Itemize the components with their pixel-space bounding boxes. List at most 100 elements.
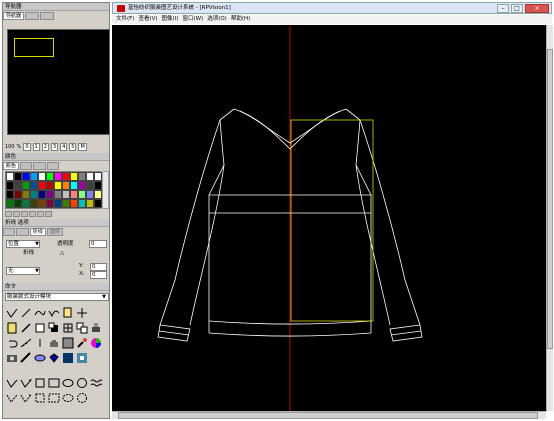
color-swatch[interactable] [62, 181, 70, 190]
menu-window[interactable]: 窗口(W) [182, 15, 203, 24]
y-coord-input[interactable]: 0 [90, 263, 107, 271]
color-swatch[interactable] [94, 190, 102, 199]
color-wheel-icon[interactable] [89, 335, 103, 350]
polyline-dashed-open-icon[interactable] [19, 390, 33, 405]
color-swatch[interactable] [6, 172, 14, 181]
edit-tool-icon[interactable] [61, 305, 75, 320]
fill-tool-icon[interactable] [47, 320, 61, 335]
color-swatch[interactable] [6, 181, 14, 190]
zoom-level-m[interactable]: M [78, 143, 87, 151]
color-swatch[interactable] [78, 199, 86, 208]
color-swatch[interactable] [94, 172, 102, 181]
color-swatch[interactable] [22, 190, 30, 199]
color-swatch[interactable] [30, 199, 38, 208]
chevron-down-icon[interactable]: ▼ [101, 294, 107, 300]
color-swatch[interactable] [62, 190, 70, 199]
color-swatch[interactable] [78, 190, 86, 199]
color-swatch[interactable] [14, 199, 22, 208]
color-swatch[interactable] [14, 181, 22, 190]
color-swatch[interactable] [46, 172, 54, 181]
copy-tool-icon[interactable] [75, 320, 89, 335]
zoom-level-0[interactable]: 0 [23, 143, 31, 151]
wave-shape-icon[interactable] [89, 375, 103, 390]
dashed-ellipse-icon[interactable] [61, 390, 75, 405]
module-select[interactable]: 服装款式设计模块 [5, 293, 109, 301]
chevron-down-icon[interactable]: ▼ [34, 241, 40, 247]
blank-shape-tool[interactable] [89, 390, 103, 405]
square-shape-icon[interactable] [33, 375, 47, 390]
dashed-rectangle-icon[interactable] [47, 390, 61, 405]
zoom-level-5[interactable]: 5 [69, 143, 77, 151]
color-swatch[interactable] [54, 190, 62, 199]
color-swatch[interactable] [30, 181, 38, 190]
palette-tool-2[interactable] [13, 211, 20, 217]
hand-tool-icon[interactable] [47, 335, 61, 350]
color-swatch[interactable] [86, 172, 94, 181]
restore-button[interactable]: □ [511, 4, 523, 13]
color-swatch[interactable] [70, 172, 78, 181]
color-swatch[interactable] [6, 199, 14, 208]
swatch-tool-icon[interactable] [75, 350, 89, 365]
color-swatch[interactable] [22, 172, 30, 181]
bezier-tool-icon[interactable] [47, 305, 61, 320]
polyline-open-shape-icon[interactable] [19, 375, 33, 390]
rectangle-shape-icon[interactable] [47, 375, 61, 390]
curve-tool-icon[interactable] [33, 305, 47, 320]
dashed-circle-icon[interactable] [75, 390, 89, 405]
navigator-preview[interactable] [7, 29, 110, 135]
pen-tool-icon[interactable] [19, 305, 33, 320]
grid-tool-icon[interactable] [61, 320, 75, 335]
drawing-canvas[interactable] [112, 25, 546, 411]
blank-tool-2[interactable] [89, 350, 103, 365]
pattern-tool-icon[interactable] [61, 335, 75, 350]
stamp-tool-icon[interactable] [89, 320, 103, 335]
page-tool-icon[interactable] [33, 320, 47, 335]
vertical-scrollbar[interactable] [546, 25, 553, 411]
color-swatch[interactable] [46, 190, 54, 199]
color-swatch[interactable] [54, 172, 62, 181]
pencil-tool-icon[interactable] [19, 320, 33, 335]
palette-tool-3[interactable] [21, 211, 28, 217]
color-swatch[interactable] [14, 190, 22, 199]
color-swatch[interactable] [54, 181, 62, 190]
tab-color-2[interactable] [20, 162, 33, 170]
color-swatch[interactable] [94, 199, 102, 208]
menu-help[interactable]: 帮助(H) [231, 15, 250, 24]
text-tool-icon[interactable] [33, 335, 47, 350]
ruler-tool-icon[interactable] [19, 350, 33, 365]
undo-tool-icon[interactable] [5, 335, 19, 350]
tab-navigator-2[interactable] [25, 12, 39, 20]
menu-options[interactable]: 选项(O) [207, 15, 227, 24]
color-swatch[interactable] [86, 190, 94, 199]
ellipse-shape-icon[interactable] [61, 375, 75, 390]
polyline-dashed-icon[interactable] [5, 390, 19, 405]
line-tool-icon[interactable] [5, 305, 19, 320]
palette-scrollbar[interactable] [102, 171, 109, 209]
image-tool-icon[interactable] [61, 350, 75, 365]
zoom-level-3[interactable]: 3 [50, 143, 59, 151]
selection-box[interactable] [290, 119, 374, 322]
tab-color-4[interactable] [46, 162, 60, 170]
color-palette[interactable] [5, 171, 102, 209]
color-swatch[interactable] [54, 199, 62, 208]
zoom-level-4[interactable]: 4 [60, 143, 68, 151]
x-coord-input[interactable]: 0 [90, 271, 107, 279]
close-button[interactable]: × [525, 4, 549, 13]
zoom-level-2[interactable]: 2 [41, 143, 49, 151]
tab-lines-2[interactable] [16, 228, 29, 236]
document-tool-icon[interactable] [5, 320, 19, 335]
color-swatch[interactable] [70, 199, 78, 208]
color-swatch[interactable] [62, 199, 70, 208]
palette-tool-5[interactable] [37, 211, 44, 217]
palette-tool-6[interactable] [45, 211, 52, 217]
color-swatch[interactable] [22, 181, 30, 190]
chevron-down-icon[interactable]: ▼ [34, 268, 40, 274]
horizontal-scrollbar[interactable] [112, 411, 546, 419]
color-swatch[interactable] [78, 181, 86, 190]
zoom-level-1[interactable]: 1 [32, 143, 40, 151]
color-swatch[interactable] [46, 181, 54, 190]
color-swatch[interactable] [30, 172, 38, 181]
polyline-shape-icon[interactable] [5, 375, 19, 390]
move-tool-icon[interactable] [75, 305, 89, 320]
menu-view[interactable]: 查看(V) [138, 15, 157, 24]
